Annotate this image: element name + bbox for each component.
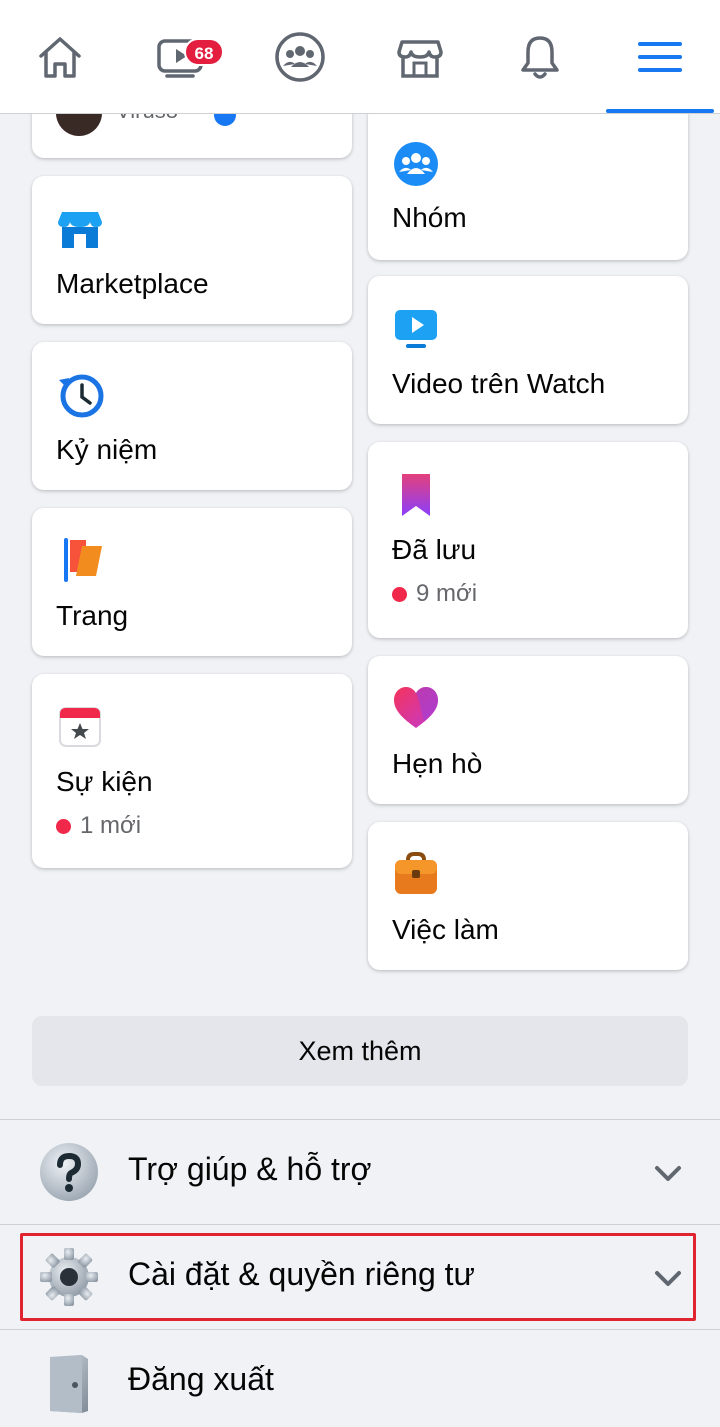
shortcut-label: Hẹn hò [392,748,483,779]
new-dot-icon [392,586,407,602]
shortcut-memories[interactable]: Kỷ niệm [32,342,352,490]
groups-icon [392,140,440,188]
row-label: Trợ giúp & hỗ trợ [128,1151,372,1187]
highlight-box [20,1233,696,1321]
shortcut-label: Trang [56,600,129,631]
dating-heart-icon [392,684,440,732]
new-count-text: 1 mới [80,812,142,839]
shortcut-label: Marketplace [56,268,209,299]
storefront-icon [56,204,104,252]
chevron-down-icon[interactable] [652,1157,684,1189]
watch-video-icon [392,304,440,352]
divider [0,1329,720,1330]
shortcut-label: Nhóm [392,202,467,233]
see-more-button[interactable]: Xem thêm [32,1016,688,1086]
shortcut-label: Việc làm [392,914,499,945]
home-icon[interactable] [28,30,92,100]
shortcut-pages[interactable]: Trang [32,508,352,656]
watch-notification-badge: 68 [184,38,224,66]
shortcut-events[interactable]: Sự kiện 1 mới [32,674,352,868]
shortcut-jobs[interactable]: Việc làm [368,822,688,970]
row-label: Đăng xuất [128,1361,274,1397]
divider [0,1224,720,1225]
help-question-icon [38,1141,100,1203]
help-support-row[interactable]: Trợ giúp & hỗ trợ [0,1121,720,1225]
new-dot-icon [56,818,71,834]
saved-bookmark-icon [392,470,440,518]
notifications-icon[interactable] [508,30,572,100]
watch-icon[interactable]: 68 [148,30,224,100]
shortcut-watch[interactable]: Video trên Watch [368,276,688,424]
memories-clock-icon [56,370,104,418]
top-navigation: 68 [0,0,720,114]
jobs-briefcase-icon [392,850,440,898]
shortcut-label: Sự kiện [56,766,153,797]
divider [0,1119,720,1120]
active-tab-indicator [606,109,714,113]
shortcut-label: Video trên Watch [392,368,606,399]
pages-flag-icon [56,536,104,584]
logout-row[interactable]: Đăng xuất [0,1331,720,1427]
shortcut-saved[interactable]: Đã lưu 9 mới [368,442,688,638]
logout-door-icon [42,1353,104,1415]
new-count: 9 mới [392,580,477,608]
shortcut-groups[interactable]: Nhóm [368,104,688,260]
new-count: 1 mới [56,812,141,840]
shortcut-label: Kỷ niệm [56,434,158,465]
menu-icon[interactable] [628,30,692,100]
shortcut-marketplace[interactable]: Marketplace [32,176,352,324]
shortcut-label: Đã lưu [392,534,477,565]
events-calendar-icon [56,702,104,750]
shortcut-dating[interactable]: Hẹn hò [368,656,688,804]
groups-icon[interactable] [268,30,332,100]
marketplace-icon[interactable] [388,30,452,100]
new-count-text: 9 mới [416,580,478,607]
